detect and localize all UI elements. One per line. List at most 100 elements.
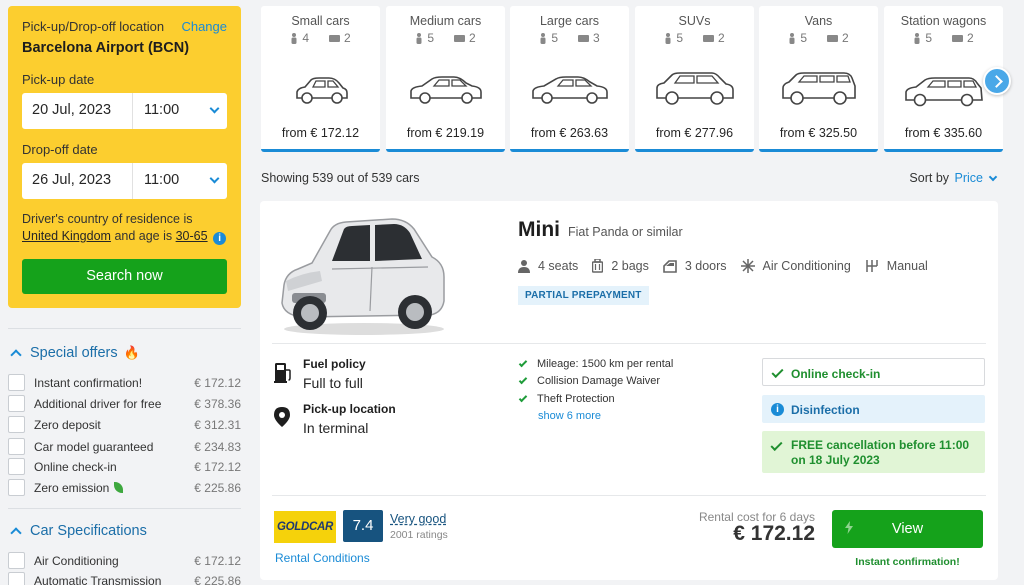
filter-price: € 378.36 bbox=[194, 397, 241, 411]
check-icon bbox=[518, 393, 528, 403]
car-category: Mini bbox=[518, 218, 560, 241]
category-price: from € 263.63 bbox=[530, 126, 609, 140]
category-seats: 5 bbox=[925, 31, 932, 45]
filter-online-checkin[interactable]: Online check-in € 172.12 bbox=[8, 457, 241, 477]
van-icon bbox=[781, 72, 856, 105]
filter-zero-deposit[interactable]: Zero deposit € 312.31 bbox=[8, 415, 241, 435]
search-now-button[interactable]: Search now bbox=[22, 259, 227, 294]
bag-icon bbox=[329, 35, 340, 42]
supplier-logo: GOLDCAR bbox=[274, 511, 336, 543]
special-offers-title: Special offers bbox=[30, 345, 118, 361]
filter-price: € 225.86 bbox=[194, 481, 241, 495]
info-icon[interactable]: i bbox=[213, 232, 227, 245]
category-name: Small cars bbox=[291, 14, 350, 28]
checkbox[interactable] bbox=[8, 479, 25, 496]
carousel-next-arrow-icon[interactable] bbox=[983, 67, 1011, 95]
car-specifications-title: Car Specifications bbox=[30, 523, 147, 539]
age-link[interactable]: 30-65 bbox=[176, 229, 208, 243]
category-vans[interactable]: Vans 5 2 from € 325.50 bbox=[759, 6, 878, 152]
checkbox[interactable] bbox=[8, 374, 25, 391]
pickup-date-input[interactable]: 20 Jul, 2023 bbox=[22, 93, 133, 129]
filter-automatic-transmission[interactable]: Automatic Transmission € 225.86 bbox=[8, 571, 241, 585]
bag-icon bbox=[703, 35, 714, 42]
dropoff-datetime-field: 26 Jul, 2023 11:00 bbox=[22, 163, 227, 199]
category-bags: 2 bbox=[344, 31, 351, 45]
filter-additional-driver[interactable]: Additional driver for free € 378.36 bbox=[8, 394, 241, 414]
spec-bags: 2 bags bbox=[592, 259, 649, 273]
checkbox[interactable] bbox=[8, 438, 25, 455]
filter-price: € 312.31 bbox=[194, 418, 241, 432]
dropoff-date-label: Drop-off date bbox=[22, 142, 98, 157]
sort-by-dropdown[interactable]: Sort by Price bbox=[909, 171, 998, 185]
car-result-card: Mini Fiat Panda or similar 4 seats 2 bag… bbox=[260, 201, 998, 580]
divider bbox=[8, 508, 241, 509]
view-button-label: View bbox=[891, 521, 924, 537]
checkbox[interactable] bbox=[8, 395, 25, 412]
filter-price: € 172.12 bbox=[194, 554, 241, 568]
small-car-icon bbox=[295, 77, 348, 104]
info-icon: i bbox=[771, 403, 784, 416]
bag-icon bbox=[578, 35, 589, 42]
checkbox[interactable] bbox=[8, 416, 25, 433]
category-bags: 2 bbox=[718, 31, 725, 45]
check-icon bbox=[771, 365, 784, 379]
category-capacity: 4 2 bbox=[261, 31, 380, 45]
residence-text: Driver's country of residence is bbox=[22, 212, 193, 226]
chevron-up-icon bbox=[10, 349, 22, 361]
special-offers-toggle[interactable]: Special offers 🔥 bbox=[10, 345, 140, 361]
category-price: from € 325.50 bbox=[779, 126, 858, 140]
inclusion-text: Collision Damage Waiver bbox=[537, 375, 661, 387]
chevron-down-icon bbox=[209, 103, 220, 114]
suitcase-icon bbox=[592, 259, 604, 273]
category-medium-cars[interactable]: Medium cars 5 2 from € 219.19 bbox=[386, 6, 505, 152]
filter-label: Zero emission bbox=[34, 481, 110, 495]
category-suvs[interactable]: SUVs 5 2 from € 277.96 bbox=[635, 6, 754, 152]
category-capacity: 5 2 bbox=[759, 31, 878, 45]
filter-air-conditioning[interactable]: Air Conditioning € 172.12 bbox=[8, 551, 241, 571]
category-name: Large cars bbox=[539, 14, 600, 28]
checkbox[interactable] bbox=[8, 572, 25, 585]
category-price: from € 219.19 bbox=[406, 126, 485, 140]
dropoff-time-value: 11:00 bbox=[144, 172, 180, 188]
show-more-link[interactable]: show 6 more bbox=[538, 410, 601, 422]
spec-seats: 4 seats bbox=[518, 259, 578, 273]
filter-label: Automatic Transmission bbox=[34, 574, 162, 585]
view-button[interactable]: View bbox=[832, 510, 983, 548]
category-small-cars[interactable]: Small cars 4 2 from € 172.12 bbox=[261, 6, 380, 152]
rating-count: 2001 ratings bbox=[390, 529, 448, 541]
bag-icon bbox=[827, 35, 838, 42]
disinfection-badge[interactable]: i Disinfection bbox=[762, 395, 985, 423]
rating-label[interactable]: Very good bbox=[390, 512, 446, 526]
location-value: Barcelona Airport (BCN) bbox=[22, 40, 190, 56]
category-seats: 5 bbox=[800, 31, 807, 45]
rental-conditions-link[interactable]: Rental Conditions bbox=[275, 551, 370, 565]
change-location-link[interactable]: Change bbox=[181, 19, 227, 34]
car-specifications-toggle[interactable]: Car Specifications bbox=[10, 523, 147, 539]
divider bbox=[272, 343, 986, 344]
age-text: and age is bbox=[114, 229, 173, 243]
filter-car-model-guaranteed[interactable]: Car model guaranteed € 234.83 bbox=[8, 437, 241, 457]
online-checkin-badge: Online check-in bbox=[762, 358, 985, 386]
lightning-bolt-icon bbox=[845, 521, 853, 534]
dropoff-date-input[interactable]: 26 Jul, 2023 bbox=[22, 163, 133, 199]
pickup-date-label: Pick-up date bbox=[22, 72, 95, 87]
category-large-cars[interactable]: Large cars 5 3 from € 263.63 bbox=[510, 6, 629, 152]
category-seats: 5 bbox=[551, 31, 558, 45]
person-icon bbox=[789, 32, 795, 44]
dropoff-time-select[interactable]: 11:00 bbox=[133, 163, 227, 199]
person-icon bbox=[914, 32, 920, 44]
checkbox[interactable] bbox=[8, 458, 25, 475]
residence-country-link[interactable]: United Kingdom bbox=[22, 229, 111, 243]
filter-instant-confirmation[interactable]: Instant confirmation! € 172.12 bbox=[8, 373, 241, 393]
location-label: Pick-up/Drop-off location bbox=[22, 19, 165, 34]
inclusion-text: Theft Protection bbox=[537, 393, 615, 405]
rental-price: € 172.12 bbox=[733, 522, 815, 545]
pickup-time-select[interactable]: 11:00 bbox=[133, 93, 227, 129]
online-checkin-text: Online check-in bbox=[791, 367, 881, 381]
instant-confirmation-note: Instant confirmation! bbox=[855, 556, 960, 568]
filter-zero-emission[interactable]: Zero emission € 225.86 bbox=[8, 478, 241, 498]
category-name: Station wagons bbox=[900, 14, 987, 28]
pickup-location-label: Pick-up location bbox=[303, 402, 396, 416]
check-icon bbox=[518, 358, 528, 368]
checkbox[interactable] bbox=[8, 552, 25, 569]
